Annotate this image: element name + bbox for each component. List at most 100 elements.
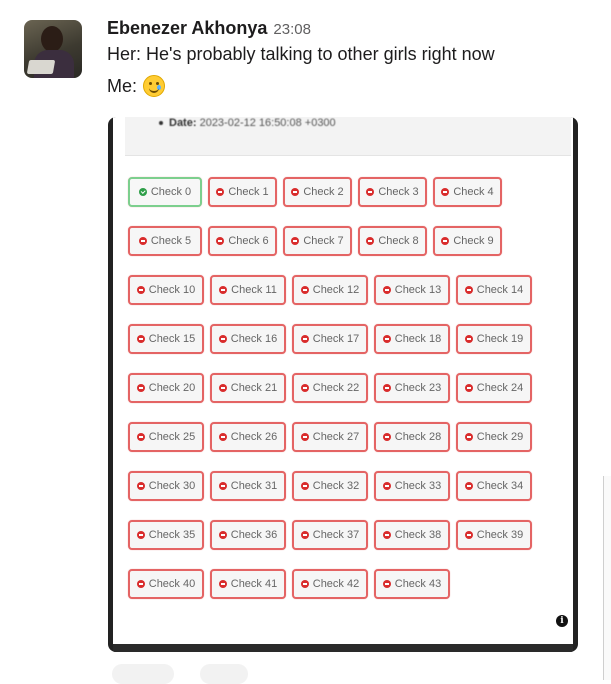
- check-button[interactable]: Check 8: [358, 226, 427, 256]
- error-circle-icon: [382, 482, 391, 490]
- check-circle-icon: [138, 188, 147, 196]
- check-label: Check 8: [378, 235, 419, 247]
- check-button[interactable]: Check 36: [210, 520, 286, 550]
- check-button[interactable]: Check 25: [128, 422, 204, 452]
- date-line: Date: 2023-02-12 16:50:08 +0300: [159, 117, 336, 129]
- author-avatar[interactable]: [24, 20, 82, 78]
- date-value: 2023-02-12 16:50:08 +0300: [199, 117, 336, 129]
- check-button[interactable]: Check 34: [456, 471, 532, 501]
- check-button[interactable]: Check 13: [374, 275, 450, 305]
- check-label: Check 17: [312, 333, 360, 345]
- error-circle-icon: [216, 237, 225, 245]
- check-button[interactable]: Check 16: [210, 324, 286, 354]
- check-button[interactable]: Check 15: [128, 324, 204, 354]
- check-button[interactable]: Check 24: [456, 373, 532, 403]
- check-label: Check 15: [148, 333, 196, 345]
- error-circle-icon: [291, 188, 300, 196]
- check-label: Check 33: [394, 480, 442, 492]
- check-button[interactable]: Check 19: [456, 324, 532, 354]
- error-circle-icon: [218, 482, 227, 490]
- error-circle-icon: [441, 188, 450, 196]
- check-label: Check 2: [303, 186, 344, 198]
- check-button[interactable]: Check 18: [374, 324, 450, 354]
- check-button[interactable]: Check 23: [374, 373, 450, 403]
- check-button[interactable]: Check 38: [374, 520, 450, 550]
- check-button[interactable]: Check 6: [208, 226, 277, 256]
- check-label: Check 7: [303, 235, 344, 247]
- error-circle-icon: [382, 286, 391, 294]
- check-label: Check 35: [148, 529, 196, 541]
- message-line: Her: He's probably talking to other girl…: [107, 44, 495, 64]
- check-button[interactable]: Check 39: [456, 520, 532, 550]
- error-circle-icon: [464, 433, 473, 441]
- reaction-pill[interactable]: [112, 664, 174, 684]
- check-button[interactable]: Check 5: [128, 226, 202, 256]
- error-circle-icon: [464, 286, 473, 294]
- check-button[interactable]: Check 1: [208, 177, 277, 207]
- author-name[interactable]: Ebenezer Akhonya: [107, 18, 267, 39]
- error-circle-icon: [300, 531, 309, 539]
- check-label: Check 13: [394, 284, 442, 296]
- check-label: Check 23: [394, 382, 442, 394]
- info-icon[interactable]: [556, 615, 568, 627]
- check-button[interactable]: Check 33: [374, 471, 450, 501]
- smiling-face-with-tear-icon: [143, 75, 166, 97]
- error-circle-icon: [300, 335, 309, 343]
- error-circle-icon: [136, 286, 145, 294]
- check-label: Check 38: [394, 529, 442, 541]
- error-circle-icon: [219, 286, 228, 294]
- check-label: Check 21: [230, 382, 278, 394]
- check-button[interactable]: Check 3: [358, 177, 427, 207]
- check-label: Check 18: [394, 333, 442, 345]
- check-button[interactable]: Check 29: [456, 422, 532, 452]
- check-button[interactable]: Check 31: [210, 471, 286, 501]
- check-button[interactable]: Check 41: [210, 569, 286, 599]
- check-button[interactable]: Check 22: [292, 373, 368, 403]
- check-label: Check 43: [394, 578, 442, 590]
- check-button[interactable]: Check 12: [292, 275, 368, 305]
- scrollbar[interactable]: [603, 476, 611, 680]
- check-button[interactable]: Check 14: [456, 275, 532, 305]
- error-circle-icon: [218, 384, 227, 392]
- check-button[interactable]: Check 21: [210, 373, 286, 403]
- screenshot-attachment[interactable]: Date: 2023-02-12 16:50:08 +0300 Check 0 C…: [108, 117, 578, 652]
- check-button[interactable]: Check 35: [128, 520, 204, 550]
- error-circle-icon: [300, 384, 309, 392]
- error-circle-icon: [136, 384, 145, 392]
- error-circle-icon: [464, 335, 473, 343]
- check-button[interactable]: Check 17: [292, 324, 368, 354]
- check-label: Check 16: [230, 333, 278, 345]
- check-button[interactable]: Check 30: [128, 471, 204, 501]
- check-button[interactable]: Check 10: [128, 275, 204, 305]
- check-button[interactable]: Check 20: [128, 373, 204, 403]
- check-button[interactable]: Check 0: [128, 177, 202, 207]
- check-label: Check 41: [230, 578, 278, 590]
- error-circle-icon: [300, 482, 309, 490]
- check-button[interactable]: Check 4: [433, 177, 502, 207]
- check-label: Check 25: [148, 431, 196, 443]
- check-button[interactable]: Check 37: [292, 520, 368, 550]
- reaction-pill[interactable]: [200, 664, 248, 684]
- check-button[interactable]: Check 43: [374, 569, 450, 599]
- check-button[interactable]: Check 2: [283, 177, 352, 207]
- message-timestamp[interactable]: 23:08: [273, 21, 311, 38]
- attachment-content: Date: 2023-02-12 16:50:08 +0300 Check 0 C…: [113, 117, 573, 646]
- check-button[interactable]: Check 40: [128, 569, 204, 599]
- check-button[interactable]: Check 27: [292, 422, 368, 452]
- message-line-prefix: Me:: [107, 75, 138, 96]
- check-button[interactable]: Check 11: [210, 275, 286, 305]
- check-button[interactable]: Check 42: [292, 569, 368, 599]
- check-button[interactable]: Check 7: [283, 226, 352, 256]
- check-label: Check 1: [228, 186, 269, 198]
- check-button[interactable]: Check 26: [210, 422, 286, 452]
- check-label: Check 20: [148, 382, 196, 394]
- error-circle-icon: [136, 433, 145, 441]
- error-circle-icon: [136, 482, 145, 490]
- check-button[interactable]: Check 32: [292, 471, 368, 501]
- check-button[interactable]: Check 9: [433, 226, 502, 256]
- check-button[interactable]: Check 28: [374, 422, 450, 452]
- error-circle-icon: [382, 384, 391, 392]
- check-label: Check 26: [230, 431, 278, 443]
- check-label: Check 6: [228, 235, 269, 247]
- check-label: Check 3: [378, 186, 419, 198]
